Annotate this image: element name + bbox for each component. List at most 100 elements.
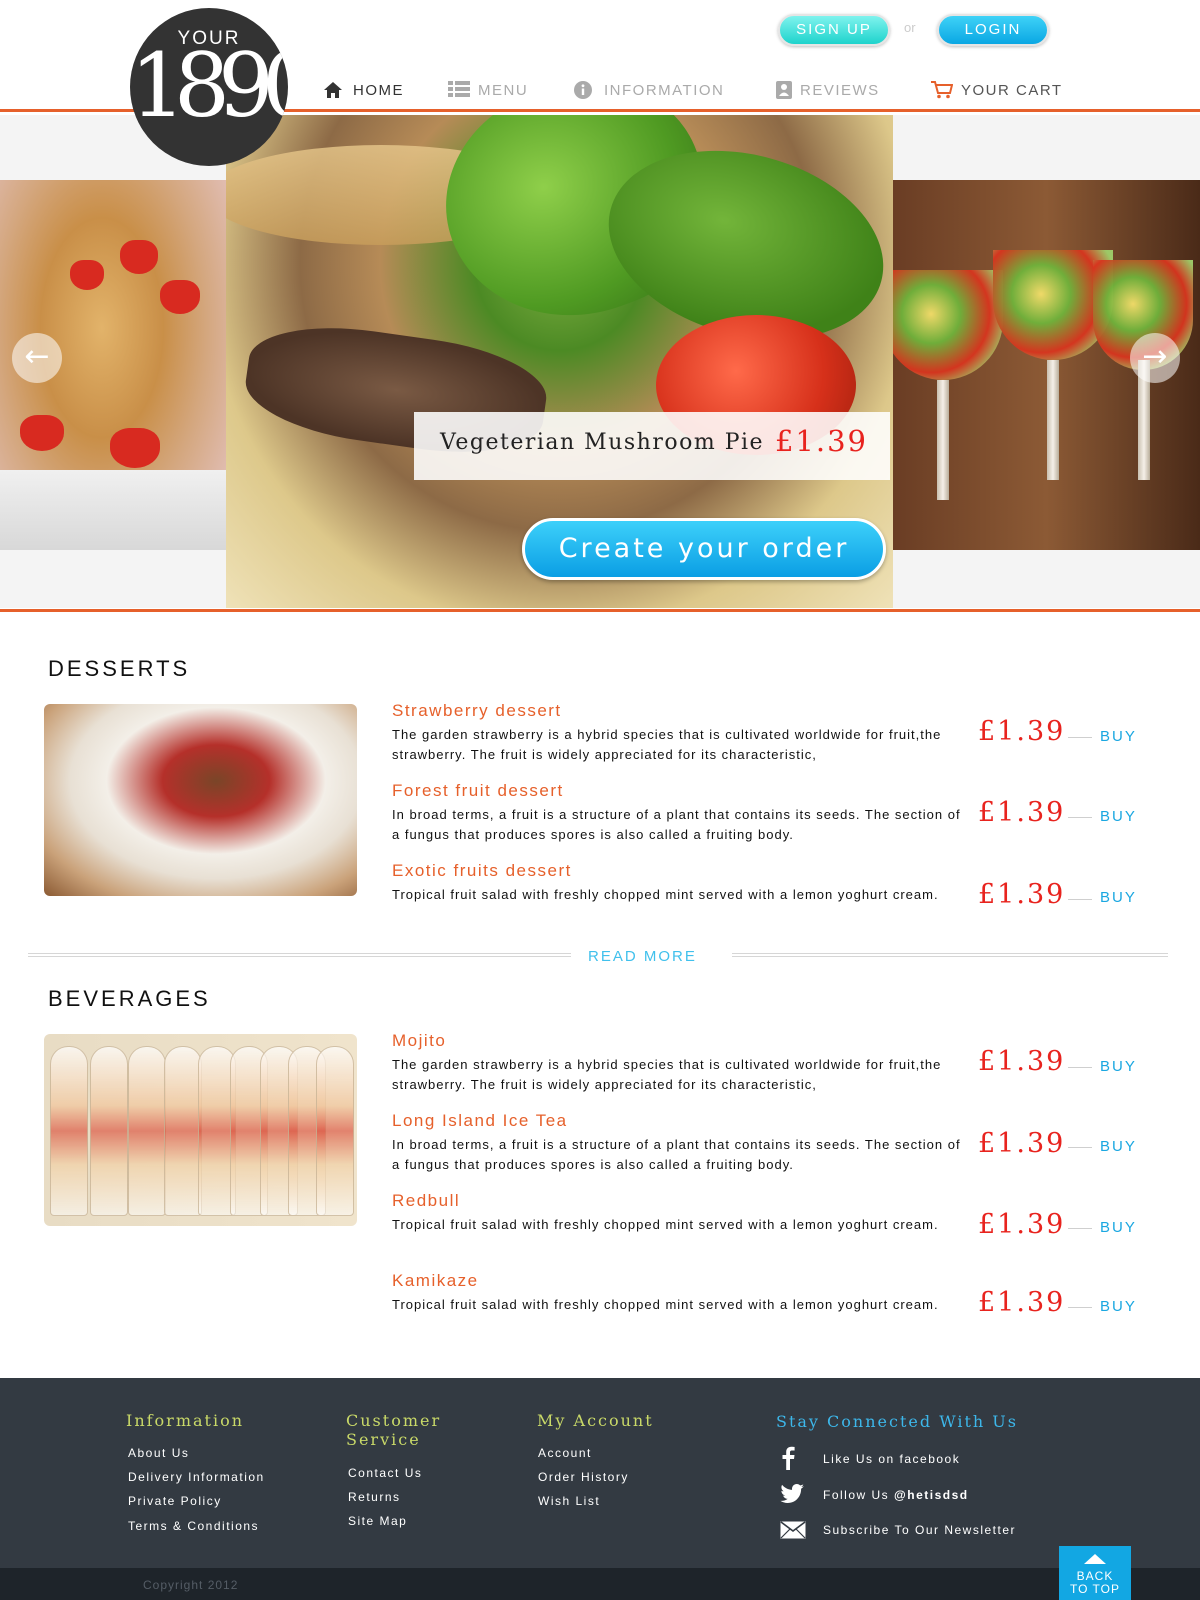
buy-button[interactable]: BUY [1100,728,1137,745]
back-to-top-button[interactable]: BACK TO TOP [1059,1546,1131,1600]
glass-shape [90,1046,128,1216]
nav-reviews[interactable]: REVIEWS [776,79,880,101]
footer-facebook-link[interactable]: Like Us on facebook [823,1452,960,1466]
price-separator [1068,1228,1092,1229]
footer-my-account-title: My Account [537,1411,654,1430]
footer-twitter-link[interactable]: Follow Us @hetisdsd [823,1488,969,1502]
footer-link-about[interactable]: About Us [128,1446,189,1460]
beverages-title: BEVERAGES [48,986,211,1011]
footer-link-returns[interactable]: Returns [348,1490,401,1504]
logo-number: 1890 [130,34,288,137]
strawberry-shape [160,280,200,314]
buy-button[interactable]: BUY [1100,808,1137,825]
or-separator: or [904,20,916,35]
facebook-icon[interactable] [780,1446,808,1470]
glass-shape [128,1046,166,1216]
sign-up-button[interactable]: SIGN UP [778,14,890,46]
footer-customer-service-title: Customer Service [346,1411,441,1449]
menu-item-name[interactable]: Redbull [392,1191,962,1211]
menu-item-name[interactable]: Mojito [392,1031,962,1051]
cart-icon [931,81,954,99]
glass-shape [164,1046,202,1216]
footer-link-sitemap[interactable]: Site Map [348,1514,407,1528]
menu-item-name[interactable]: Exotic fruits dessert [392,861,962,881]
menu-item-name[interactable]: Forest fruit dessert [392,781,962,801]
buy-button[interactable]: BUY [1100,1219,1137,1236]
beverages-image [44,1034,357,1226]
menu-list-icon [448,81,470,99]
plate-shape [0,470,226,550]
nav-cart[interactable]: YOUR CART [931,79,1063,101]
menu-item-name[interactable]: Strawberry dessert [392,701,962,721]
copyright-text: Copyright 2012 [143,1578,239,1592]
glass-stem [937,380,949,500]
featured-dish-name: Vegeterian Mushroom Pie [440,430,765,455]
info-icon [574,81,596,99]
footer-link-terms[interactable]: Terms & Conditions [128,1519,259,1533]
glass-stem [1047,360,1059,480]
buy-button[interactable]: BUY [1100,1298,1137,1315]
read-more-divider-left [28,953,571,957]
desserts-image [44,704,357,896]
read-more-divider-right [732,953,1168,957]
hero-bottom-divider [0,609,1200,612]
featured-dish-price: £1.39 [774,424,868,458]
arrow-right-icon[interactable]: → [1130,333,1180,383]
menu-item-price: £1.39 [978,1287,1066,1318]
menu-item-description: Tropical fruit salad with freshly choppe… [392,1297,939,1312]
buy-button[interactable]: BUY [1100,889,1137,906]
login-button[interactable]: LOGIN [937,14,1049,46]
menu-item: Exotic fruits dessert Tropical fruit sal… [392,861,962,905]
menu-item: Mojito The garden strawberry is a hybrid… [392,1031,962,1095]
price-separator [1068,899,1092,900]
menu-item-price: £1.39 [978,1046,1066,1077]
nav-home[interactable]: HOME [323,79,404,101]
strawberry-shape [20,415,64,451]
footer-information-title: Information [126,1411,245,1430]
menu-item-price: £1.39 [978,716,1066,747]
featured-dish-caption: Vegeterian Mushroom Pie £1.39 [414,412,890,480]
footer-link-account[interactable]: Account [538,1446,592,1460]
strawberry-shape [70,260,104,290]
price-separator [1068,737,1092,738]
footer-newsletter-link[interactable]: Subscribe To Our Newsletter [823,1523,1016,1537]
twitter-icon[interactable] [780,1484,808,1506]
footer-link-privacy[interactable]: Private Policy [128,1494,222,1508]
footer-link-contact[interactable]: Contact Us [348,1466,422,1480]
footer-link-delivery[interactable]: Delivery Information [128,1470,265,1484]
buy-button[interactable]: BUY [1100,1138,1137,1155]
menu-item-description: The garden strawberry is a hybrid specie… [392,727,942,762]
price-separator [1068,1147,1092,1148]
read-more-link[interactable]: READ MORE [588,948,697,965]
menu-item-name[interactable]: Long Island Ice Tea [392,1111,962,1131]
site-logo[interactable]: YOUR 1890 [130,8,288,166]
menu-item-description: The garden strawberry is a hybrid specie… [392,1057,942,1092]
desserts-title: DESSERTS [48,656,191,681]
menu-item: Kamikaze Tropical fruit salad with fresh… [392,1271,962,1315]
footer-twitter-handle: @hetisdsd [894,1488,969,1502]
menu-item-description: Tropical fruit salad with freshly choppe… [392,1217,939,1232]
nav-information[interactable]: INFORMATION [574,79,724,101]
site-header: YOUR 1890 SIGN UP or LOGIN HOME MENU INF… [0,0,1200,166]
menu-item-description: In broad terms, a fruit is a structure o… [392,1137,961,1172]
price-separator [1068,817,1092,818]
reviews-icon [776,81,792,99]
hero-slider: Vegeterian Mushroom Pie £1.39 Create you… [0,115,1200,608]
nav-menu-label: MENU [478,81,529,99]
glass-shape [50,1046,88,1216]
create-order-button[interactable]: Create your order [522,518,886,580]
arrow-left-icon[interactable]: ← [12,333,62,383]
footer-customer-service-title-line2: Service [346,1430,421,1449]
menu-item: Strawberry dessert The garden strawberry… [392,701,962,765]
footer-link-order-history[interactable]: Order History [538,1470,629,1484]
menu-item-price: £1.39 [978,1209,1066,1240]
nav-cart-label: YOUR CART [961,81,1063,99]
menu-item-name[interactable]: Kamikaze [392,1271,962,1291]
mail-icon[interactable] [780,1521,808,1543]
glass-shape [316,1046,354,1216]
menu-item-price: £1.39 [978,1128,1066,1159]
nav-menu[interactable]: MENU [448,79,528,101]
back-to-top-line2: TO TOP [1069,1582,1120,1596]
buy-button[interactable]: BUY [1100,1058,1137,1075]
footer-link-wish-list[interactable]: Wish List [538,1494,600,1508]
